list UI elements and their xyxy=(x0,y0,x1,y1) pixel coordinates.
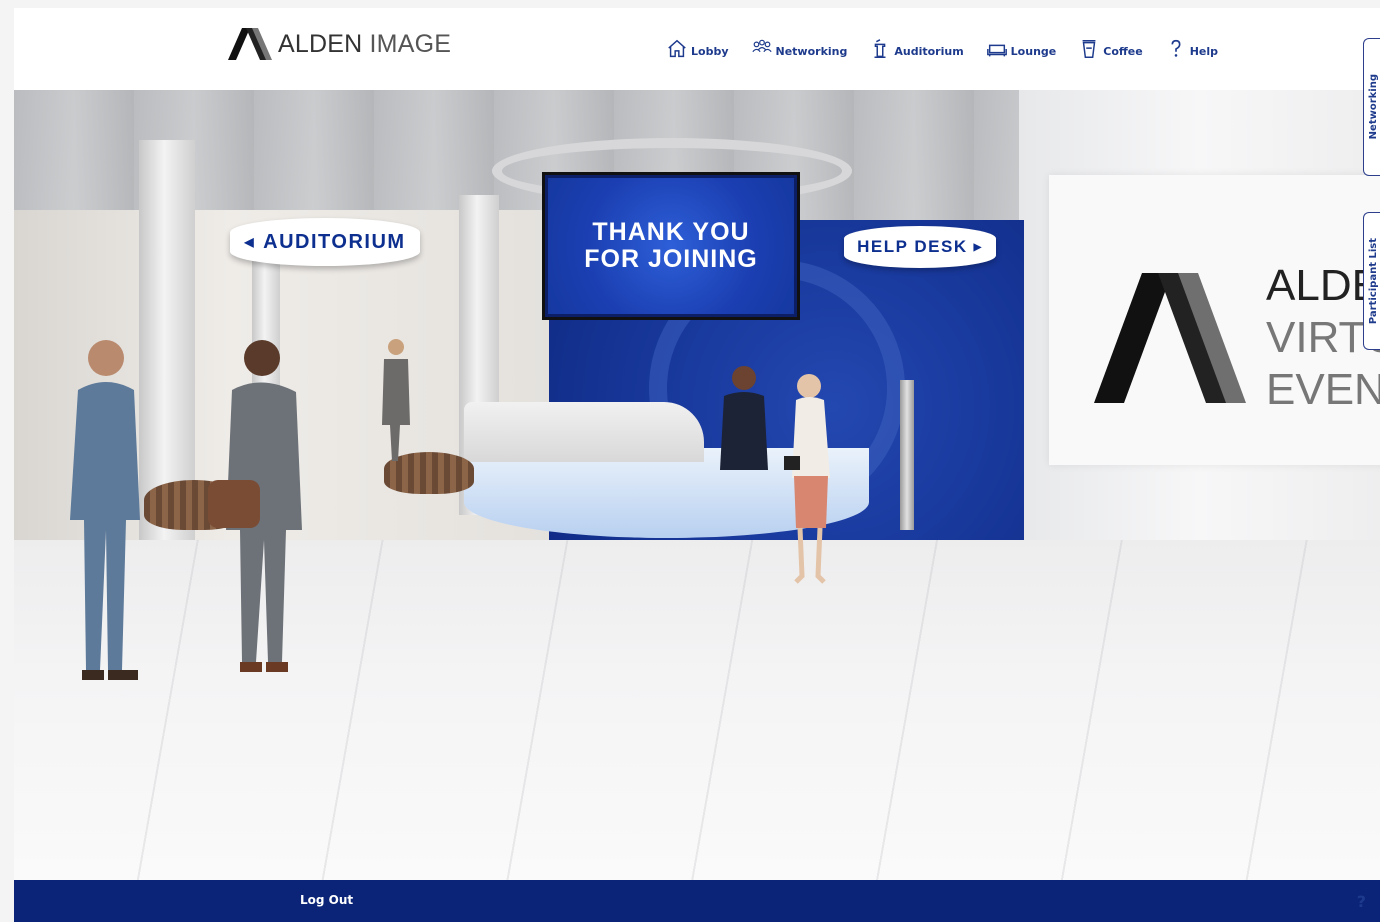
main-nav: Lobby Networking Auditorium Lounge Coffe… xyxy=(666,38,1218,60)
receptionist-figure xyxy=(720,366,768,470)
people-icon xyxy=(751,39,772,53)
wall-logo-line-3: EVENT xyxy=(1266,365,1380,414)
nav-auditorium[interactable]: Auditorium xyxy=(869,38,964,60)
visitor-figure xyxy=(784,374,830,584)
alden-logo-mark-icon xyxy=(228,28,272,60)
nav-lobby[interactable]: Lobby xyxy=(666,38,729,60)
networking-side-tab[interactable]: Networking xyxy=(1363,38,1380,176)
logout-link[interactable]: Log Out xyxy=(300,893,353,907)
nav-networking-label: Networking xyxy=(775,45,848,58)
attendee-figure xyxy=(382,339,410,461)
brand-name-light: IMAGE xyxy=(369,29,452,58)
sanitizer-stand xyxy=(900,380,914,530)
right-arrow-icon: ▶ xyxy=(973,241,983,253)
nav-coffee-label: Coffee xyxy=(1103,45,1143,58)
nav-lounge[interactable]: Lounge xyxy=(986,38,1057,60)
reception-desk-counter xyxy=(464,402,704,462)
participant-list-side-tab-label: Participant List xyxy=(1367,237,1379,325)
nav-lounge-label: Lounge xyxy=(1010,45,1057,58)
brand-logo[interactable]: ALDEN IMAGE xyxy=(228,28,451,60)
coffee-cup-icon xyxy=(1082,40,1096,58)
lobby-scene: ◀ AUDITORIUM HELP DESK ▶ THANK YOU FOR J… xyxy=(14,90,1380,880)
auditorium-sign[interactable]: ◀ AUDITORIUM xyxy=(230,218,420,266)
nav-auditorium-label: Auditorium xyxy=(894,45,964,58)
question-icon[interactable]: ? xyxy=(1357,892,1366,911)
participant-list-side-tab[interactable]: Participant List xyxy=(1363,212,1380,350)
auditorium-sign-label: AUDITORIUM xyxy=(263,230,406,253)
screen-line-2: FOR JOINING xyxy=(584,245,758,273)
networking-side-tab-label: Networking xyxy=(1367,74,1379,140)
attendee-figure xyxy=(70,340,140,680)
nav-coffee[interactable]: Coffee xyxy=(1078,38,1143,60)
home-icon xyxy=(668,39,686,58)
nav-help[interactable]: Help xyxy=(1165,38,1218,60)
top-header: ALDEN IMAGE Lobby Networking Auditorium … xyxy=(14,8,1380,90)
alden-wall-logo-mark-icon xyxy=(1094,273,1246,403)
help-desk-sign[interactable]: HELP DESK ▶ xyxy=(844,226,996,268)
thank-you-screen: THANK YOU FOR JOINING xyxy=(542,172,800,320)
app-frame: ALDEN IMAGE Lobby Networking Auditorium … xyxy=(14,8,1380,922)
brand-name-bold: ALDEN xyxy=(278,29,363,58)
sofa-icon xyxy=(986,44,1007,57)
nav-help-label: Help xyxy=(1189,45,1219,58)
screen-message: THANK YOU FOR JOINING xyxy=(584,219,758,273)
brand-name: ALDEN IMAGE xyxy=(278,30,451,59)
nav-networking[interactable]: Networking xyxy=(751,38,848,60)
nav-lobby-label: Lobby xyxy=(691,45,729,58)
attendee-figure xyxy=(208,340,302,672)
wall-logo: ALDE VIRTU EVENT xyxy=(1094,260,1380,416)
left-arrow-icon: ◀ xyxy=(244,235,256,249)
help-desk-sign-label: HELP DESK xyxy=(857,237,968,256)
screen-line-1: THANK YOU xyxy=(592,218,750,246)
question-icon xyxy=(1171,39,1181,57)
podium-icon xyxy=(874,39,886,58)
bottom-bar: Log Out ? xyxy=(14,880,1380,922)
